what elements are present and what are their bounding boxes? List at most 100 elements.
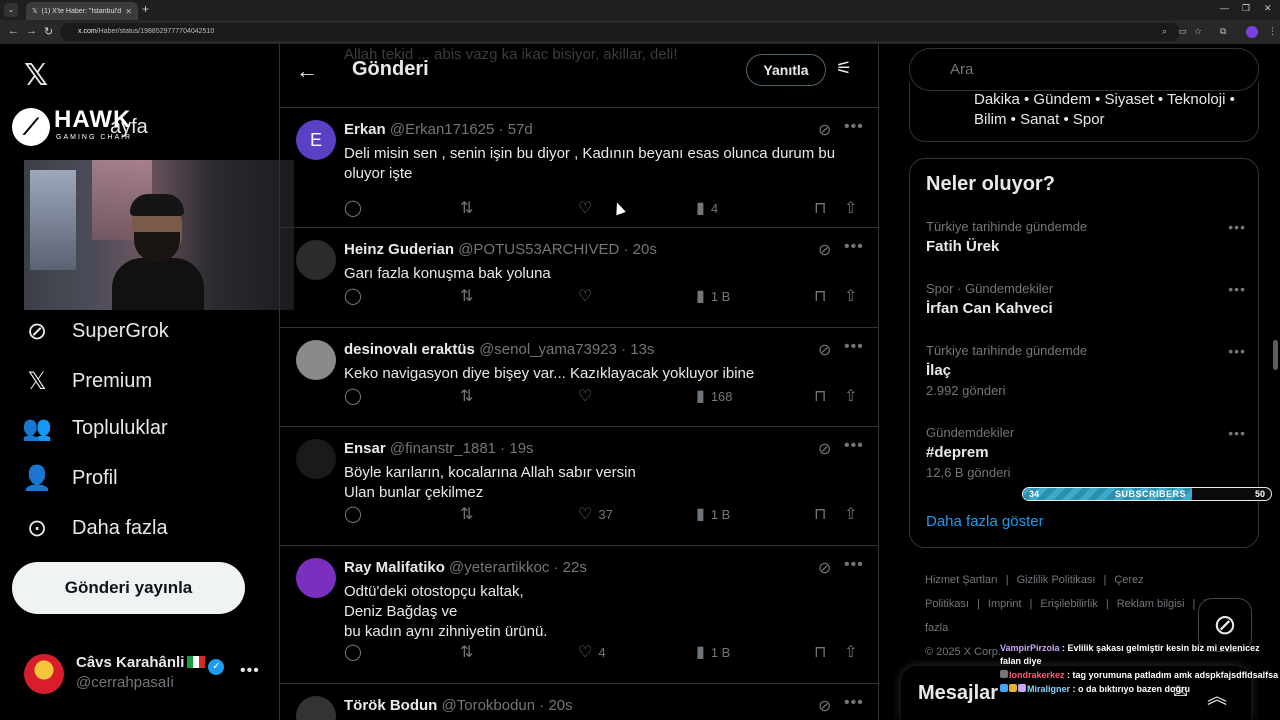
bookmark-action[interactable]: ⊓ xyxy=(814,642,826,662)
account-switcher[interactable]: Câvs Karahânli ✓ @cerrahpasaIi ••• xyxy=(22,652,272,696)
sidebar-item-premium[interactable]: 𝕏 Premium xyxy=(22,366,152,396)
bookmark-action[interactable]: ⊓ xyxy=(814,504,826,524)
author-name[interactable]: Heinz Guderian xyxy=(344,241,454,258)
extensions-icon[interactable]: ⧉ xyxy=(1220,26,1226,37)
like-action[interactable]: ♡ 4 xyxy=(578,642,606,662)
author-name[interactable]: desinovalı eraktüs xyxy=(344,341,475,358)
like-action[interactable]: ♡ xyxy=(578,286,598,306)
filter-sliders-icon[interactable]: ⚟ xyxy=(836,58,852,79)
reply-action[interactable]: ◯ xyxy=(344,286,362,306)
footer-link[interactable]: Hizmet Şartları xyxy=(925,574,998,586)
repost-action[interactable]: ⇅ xyxy=(460,386,473,406)
browser-tab[interactable]: 𝕏 (1) X'te Haber: "İstanbul'da bir… ✕ xyxy=(26,2,138,20)
reply-action[interactable]: ◯ xyxy=(344,642,362,662)
tweet[interactable]: E Erkan @Erkan171625 · 57d ⊘ ••• Deli misin … xyxy=(280,108,878,228)
share-action[interactable]: ⇧ xyxy=(844,504,857,524)
tweet[interactable]: Ensar @finanstr_1881 · 19s ⊘ ••• Böyle karı… xyxy=(280,427,878,546)
more-dots-icon[interactable]: ••• xyxy=(844,556,864,574)
trend-item[interactable]: Spor · Gündemdekiler İrfan Can Kahveci •… xyxy=(926,281,1246,317)
author-handle[interactable]: @finanstr_1881 xyxy=(390,440,496,457)
grok-explain-icon[interactable]: ⊘ xyxy=(818,558,831,578)
share-action[interactable]: ⇧ xyxy=(844,198,857,218)
share-action[interactable]: ⇧ xyxy=(844,642,857,662)
author-handle[interactable]: @Torokbodun xyxy=(442,697,536,714)
minimize-button[interactable]: — xyxy=(1220,3,1229,13)
views-action[interactable]: ▮ 1 B xyxy=(696,504,730,524)
like-action[interactable]: ♡ xyxy=(578,198,598,218)
forward-nav-icon[interactable]: → xyxy=(26,25,37,37)
bookmark-action[interactable]: ⊓ xyxy=(814,286,826,306)
reply-action[interactable]: ◯ xyxy=(344,198,362,218)
avatar[interactable] xyxy=(296,696,336,720)
sidebar-item-communities[interactable]: 👥 Topluluklar xyxy=(22,413,168,443)
page-scrollbar[interactable] xyxy=(1273,340,1278,370)
tweet-time[interactable]: 20s xyxy=(548,697,572,714)
tweet-time[interactable]: 19s xyxy=(509,440,533,457)
reload-icon[interactable]: ↻ xyxy=(44,25,53,38)
footer-link[interactable]: Reklam bilgisi xyxy=(1117,598,1185,610)
zoom-icon[interactable]: ⌕ xyxy=(1162,26,1167,37)
grok-explain-icon[interactable]: ⊘ xyxy=(818,240,831,260)
avatar[interactable] xyxy=(296,240,336,280)
tweet[interactable]: desinovalı eraktüs @senol_yama73923 · 13… xyxy=(280,328,878,427)
author-name[interactable]: Török Bodun xyxy=(344,697,437,714)
grok-explain-icon[interactable]: ⊘ xyxy=(818,340,831,360)
repost-action[interactable]: ⇅ xyxy=(460,504,473,524)
back-arrow-icon[interactable]: ← xyxy=(296,58,318,84)
footer-link[interactable]: Gizlilik Politikası xyxy=(1017,574,1096,586)
avatar[interactable] xyxy=(296,558,336,598)
trend-item[interactable]: Türkiye tarihinde gündemde İlaç 2.992 gö… xyxy=(926,343,1246,398)
footer-link[interactable]: Erişilebilirlik xyxy=(1040,598,1097,610)
maximize-button[interactable]: ❐ xyxy=(1242,3,1250,14)
close-window-button[interactable]: ✕ xyxy=(1264,3,1272,14)
tweet-time[interactable]: 13s xyxy=(630,341,654,358)
avatar[interactable] xyxy=(296,439,336,479)
trend-item[interactable]: Türkiye tarihinde gündemde Fatih Ürek ••… xyxy=(926,219,1246,255)
share-action[interactable]: ⇧ xyxy=(844,286,857,306)
like-action[interactable]: ♡ xyxy=(578,386,598,406)
author-handle[interactable]: @Erkan171625 xyxy=(390,121,494,138)
show-more-link[interactable]: Daha fazla göster xyxy=(926,513,1044,530)
browser-profile-avatar[interactable] xyxy=(1246,26,1258,38)
share-action[interactable]: ⇧ xyxy=(844,386,857,406)
tweet[interactable]: Heinz Guderian @POTUS53ARCHIVED · 20s ⊘ ••… xyxy=(280,228,878,328)
grok-explain-icon[interactable]: ⊘ xyxy=(818,439,831,459)
avatar[interactable] xyxy=(296,340,336,380)
more-dots-icon[interactable]: ••• xyxy=(240,662,260,680)
grok-explain-icon[interactable]: ⊘ xyxy=(818,696,831,716)
bookmark-action[interactable]: ⊓ xyxy=(814,386,826,406)
bookmark-action[interactable]: ⊓ xyxy=(814,198,826,218)
tweet-time[interactable]: 57d xyxy=(508,121,533,138)
reply-button[interactable]: Yanıtla xyxy=(746,54,826,86)
author-handle[interactable]: @yeterartikkoc xyxy=(449,559,549,576)
repost-action[interactable]: ⇅ xyxy=(460,642,473,662)
tweet-time[interactable]: 22s xyxy=(563,559,587,576)
back-nav-icon[interactable]: ← xyxy=(8,25,19,37)
trend-more-icon[interactable]: ••• xyxy=(1228,425,1246,441)
post-button[interactable]: Gönderi yayınla xyxy=(12,562,245,614)
footer-link[interactable]: Imprint xyxy=(988,598,1022,610)
like-action[interactable]: ♡ 37 xyxy=(578,504,613,524)
tab-close-icon[interactable]: ✕ xyxy=(125,7,132,16)
tweet[interactable]: Ray Malifatiko @yeterartikkoc · 22s ⊘ ••• O… xyxy=(280,546,878,684)
more-dots-icon[interactable]: ••• xyxy=(844,338,864,356)
tweet-time[interactable]: 20s xyxy=(633,241,657,258)
trend-more-icon[interactable]: ••• xyxy=(1228,343,1246,359)
author-name[interactable]: Erkan xyxy=(344,121,386,138)
cast-icon[interactable]: ▭ xyxy=(1178,26,1187,37)
author-handle[interactable]: @POTUS53ARCHIVED xyxy=(458,241,619,258)
views-action[interactable]: ▮ 1 B xyxy=(696,286,730,306)
more-dots-icon[interactable]: ••• xyxy=(844,694,864,712)
more-dots-icon[interactable]: ••• xyxy=(844,437,864,455)
tab-list-button[interactable]: ⌄ xyxy=(4,3,18,17)
browser-menu-icon[interactable]: ⋮ xyxy=(1268,26,1277,37)
url-input[interactable]: x.com/Haber/status/1988529777704042510 xyxy=(60,23,1180,41)
trend-more-icon[interactable]: ••• xyxy=(1228,281,1246,297)
author-name[interactable]: Ensar xyxy=(344,440,386,457)
grok-explain-icon[interactable]: ⊘ xyxy=(818,120,831,140)
views-action[interactable]: ▮ 4 xyxy=(696,198,718,218)
sidebar-item-profile[interactable]: 👤 Profil xyxy=(22,463,118,493)
tweet[interactable]: Török Bodun @Torokbodun · 20s ⊘ ••• xyxy=(280,684,878,720)
sidebar-item-more[interactable]: ⊙ Daha fazla xyxy=(22,513,168,543)
more-dots-icon[interactable]: ••• xyxy=(844,118,864,136)
